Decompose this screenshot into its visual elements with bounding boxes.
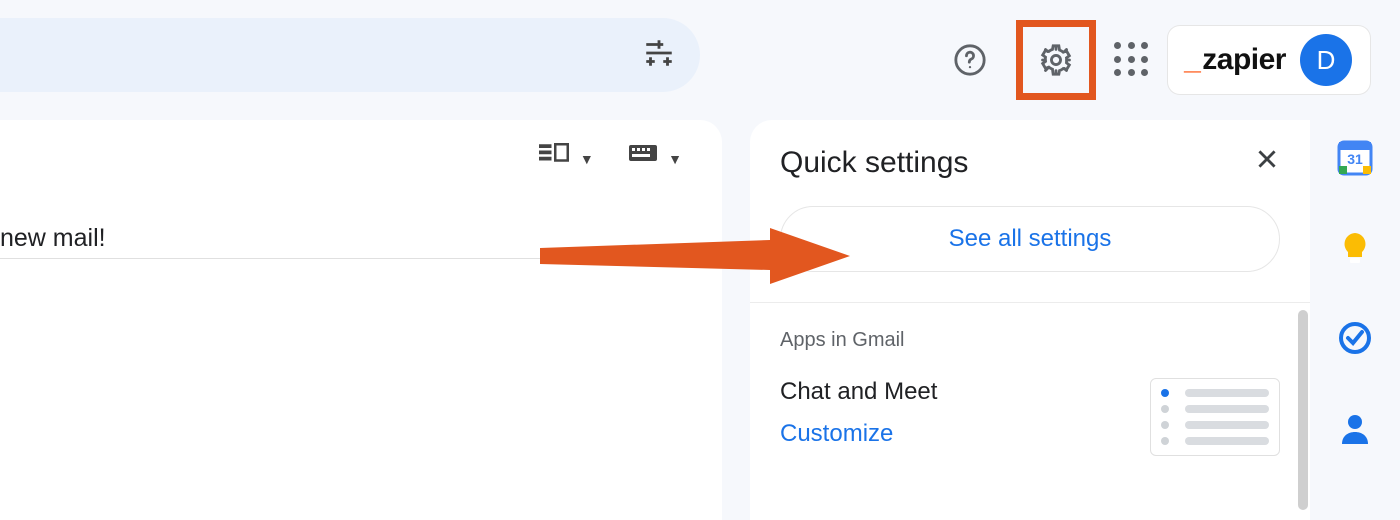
avatar[interactable]: D [1300, 34, 1352, 86]
search-field[interactable] [0, 18, 700, 92]
chevron-down-icon: ▼ [580, 151, 594, 167]
brand-logo: _zapier [1184, 43, 1286, 77]
chat-meet-label: Chat and Meet [780, 378, 937, 406]
tasks-app-icon[interactable] [1337, 320, 1373, 356]
keep-app-icon[interactable] [1337, 230, 1373, 266]
divider [750, 302, 1310, 303]
see-all-settings-button[interactable]: See all settings [780, 206, 1280, 272]
top-bar: _zapier D [0, 0, 1400, 110]
main-row: ▼ ▼ new mail! Quick settings See all set… [0, 120, 1310, 520]
layout-thumbnail[interactable] [1150, 378, 1280, 456]
tune-icon[interactable] [642, 36, 676, 75]
svg-text:31: 31 [1347, 151, 1363, 167]
workspace-brand-card[interactable]: _zapier D [1168, 26, 1370, 94]
mail-panel: ▼ ▼ new mail! [0, 120, 722, 520]
brand-name: zapier [1202, 43, 1286, 77]
chevron-down-icon: ▼ [668, 151, 682, 167]
quick-settings-title: Quick settings [780, 146, 968, 180]
chat-and-meet-row: Chat and Meet Customize [780, 378, 1280, 456]
split-pane-toggle[interactable]: ▼ [539, 142, 593, 169]
side-app-rail: 31 [1330, 140, 1380, 446]
help-icon[interactable] [942, 32, 998, 88]
settings-icon[interactable] [1016, 20, 1096, 100]
calendar-app-icon[interactable]: 31 [1337, 140, 1373, 176]
avatar-letter: D [1317, 45, 1336, 76]
input-method-toggle[interactable]: ▼ [628, 142, 682, 169]
top-actions: _zapier D [942, 20, 1370, 100]
close-icon[interactable] [1254, 146, 1280, 180]
contacts-app-icon[interactable] [1337, 410, 1373, 446]
mail-preview-text: new mail! [0, 224, 106, 253]
section-label-apps: Apps in Gmail [780, 329, 1280, 352]
mail-toolbar: ▼ ▼ [539, 142, 682, 169]
divider [0, 258, 722, 259]
apps-grid-icon[interactable] [1114, 42, 1150, 78]
scrollbar[interactable] [1298, 310, 1308, 510]
customize-link[interactable]: Customize [780, 420, 937, 448]
quick-settings-panel: Quick settings See all settings Apps in … [750, 120, 1310, 520]
